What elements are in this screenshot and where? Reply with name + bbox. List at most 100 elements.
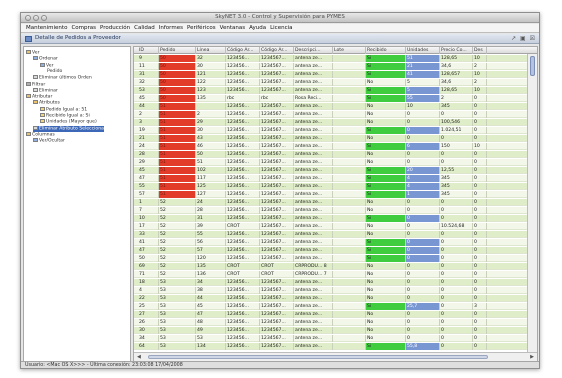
table-cell[interactable]: 53	[196, 335, 226, 342]
table-cell[interactable]: Si	[366, 255, 406, 262]
table-cell[interactable]: 123456...	[226, 143, 260, 150]
table-cell[interactable]: 24	[138, 143, 159, 150]
table-cell[interactable]: 0	[473, 135, 487, 142]
table-cell[interactable]: 123456...	[226, 247, 260, 254]
table-cell[interactable]: 53	[138, 87, 159, 94]
table-cell[interactable]: antena ze...	[294, 231, 333, 238]
table-cell[interactable]: 1234567...	[260, 135, 294, 142]
tree-node[interactable]: Ordenar	[33, 56, 58, 62]
table-cell[interactable]: 136	[196, 271, 226, 278]
table-cell[interactable]: 123456...	[226, 63, 260, 70]
table-cell[interactable]: 0	[473, 103, 487, 110]
menu-item[interactable]: Licencia	[270, 24, 292, 33]
table-cell[interactable]: 51	[406, 55, 440, 62]
table-cell[interactable]: 128,65	[440, 55, 473, 62]
table-cell[interactable]	[333, 279, 366, 286]
table-cell[interactable]: 123456...	[226, 71, 260, 78]
table-cell[interactable]: 53	[159, 311, 196, 318]
table-cell[interactable]: Si	[366, 303, 406, 310]
table-cell[interactable]: 1234567...	[260, 159, 294, 166]
table-cell[interactable]: 0	[440, 263, 473, 270]
table-cell[interactable]: 1234567...	[260, 287, 294, 294]
table-cell[interactable]: 45	[138, 167, 159, 174]
table-cell[interactable]: No	[366, 231, 406, 238]
table-cell[interactable]: 123456...	[226, 215, 260, 222]
table-row[interactable]: 34 53 53 123456... 1234567... antena ze... No 0…	[134, 335, 527, 342]
scroll-left-icon[interactable]: ◀	[137, 354, 141, 360]
table-row[interactable]: 11 50 30 123456... 1234567... antena ze... Si 2…	[134, 63, 527, 70]
column-header[interactable]: Recibido	[366, 47, 406, 54]
table-cell[interactable]: Si	[366, 63, 406, 70]
table-cell[interactable]: No	[366, 223, 406, 230]
table-cell[interactable]: 0	[473, 127, 487, 134]
table-cell[interactable]: 0	[406, 159, 440, 166]
table-cell[interactable]: 52	[159, 215, 196, 222]
table-cell[interactable]: 123456...	[226, 167, 260, 174]
table-cell[interactable]: 345	[440, 103, 473, 110]
table-cell[interactable]: 0	[473, 287, 487, 294]
table-cell[interactable]: 51	[196, 159, 226, 166]
table-cell[interactable]: 10.524,68	[440, 223, 473, 230]
table-cell[interactable]: 123456...	[226, 343, 260, 350]
table-cell[interactable]: 123456...	[226, 151, 260, 158]
table-cell[interactable]: 55,8	[406, 343, 440, 350]
table-cell[interactable]: 34,6	[440, 79, 473, 86]
frame-controls-icon[interactable]: ↗ ▣ ☒	[511, 35, 536, 42]
tree-node[interactable]: Ver	[40, 62, 54, 69]
table-cell[interactable]: 52	[159, 231, 196, 238]
table-cell[interactable]: 1234567...	[260, 335, 294, 342]
table-cell[interactable]: No	[366, 311, 406, 318]
table-cell[interactable]: 123456...	[226, 255, 260, 262]
table-cell[interactable]: 34,6	[440, 63, 473, 70]
table-cell[interactable]: 1234567...	[260, 103, 294, 110]
table-cell[interactable]: 0	[440, 327, 473, 334]
table-row[interactable]: 32 50 122 123456... 1234567... antena ze... No…	[134, 79, 527, 86]
horizontal-scrollbar[interactable]: ◀ ▶	[134, 352, 537, 361]
table-row[interactable]: 29 51 51 123456... 1234567... antena ze... No 0…	[134, 159, 527, 166]
table-cell[interactable]: 51	[159, 103, 196, 110]
tree-node[interactable]: Filtrar	[26, 81, 45, 88]
tree-node[interactable]: Atributos	[33, 100, 60, 106]
table-cell[interactable]	[333, 247, 366, 254]
table-cell[interactable]: 0	[406, 119, 440, 126]
table-cell[interactable]: 43	[196, 135, 226, 142]
table-cell[interactable]: 123456...	[226, 191, 260, 198]
column-header[interactable]: Línea	[196, 47, 226, 54]
table-cell[interactable]: 0	[406, 255, 440, 262]
table-cell[interactable]: 1234567...	[260, 191, 294, 198]
table-cell[interactable]: 121	[196, 71, 226, 78]
table-cell[interactable]: 56	[196, 239, 226, 246]
table-row[interactable]: 50 52 120 123456... 1234567... antena ze... Si…	[134, 255, 527, 262]
table-row[interactable]: 4 53 38 123456... 1234567... antena ze... No 0 0…	[134, 287, 527, 294]
table-cell[interactable]: 2	[138, 111, 159, 118]
table-cell[interactable]: CROT	[260, 271, 294, 278]
table-cell[interactable]: No	[366, 199, 406, 206]
table-cell[interactable]: Si	[366, 175, 406, 182]
table-cell[interactable]: 55	[196, 231, 226, 238]
table-cell[interactable]: rbc	[260, 95, 294, 102]
table-cell[interactable]	[333, 167, 366, 174]
table-row[interactable]: 45 50 135 rbc rbc Rosa Reci... Si 55 2 0	[134, 95, 527, 102]
table-cell[interactable]: 3	[473, 303, 487, 310]
table-cell[interactable]: 38	[196, 287, 226, 294]
menu-item[interactable]: Compras	[71, 24, 96, 33]
table-cell[interactable]: 0	[440, 159, 473, 166]
table-cell[interactable]: antena ze...	[294, 63, 333, 70]
table-cell[interactable]: antena ze...	[294, 287, 333, 294]
tree-node[interactable]: Recibido Igual a: Si	[40, 113, 90, 119]
table-cell[interactable]: CRPRODU... 8	[294, 263, 333, 270]
table-cell[interactable]: No	[366, 295, 406, 302]
table-cell[interactable]	[333, 207, 366, 214]
orders-table[interactable]: ID Pedido Línea Código Ar... Código Ar... Des…	[133, 46, 538, 362]
table-cell[interactable]: 0	[440, 295, 473, 302]
table-cell[interactable]: 53	[159, 319, 196, 326]
table-cell[interactable]: 123456...	[226, 183, 260, 190]
table-row[interactable]: 41 52 56 123456... 1234567... antena ze... Si 0…	[134, 239, 527, 246]
table-cell[interactable]: 6	[406, 143, 440, 150]
table-cell[interactable]: 0	[473, 95, 487, 102]
table-cell[interactable]: antena ze...	[294, 71, 333, 78]
vertical-scrollbar[interactable]	[527, 54, 537, 353]
table-cell[interactable]: antena ze...	[294, 343, 333, 350]
table-cell[interactable]: 1234567...	[260, 319, 294, 326]
table-cell[interactable]: 51	[159, 191, 196, 198]
